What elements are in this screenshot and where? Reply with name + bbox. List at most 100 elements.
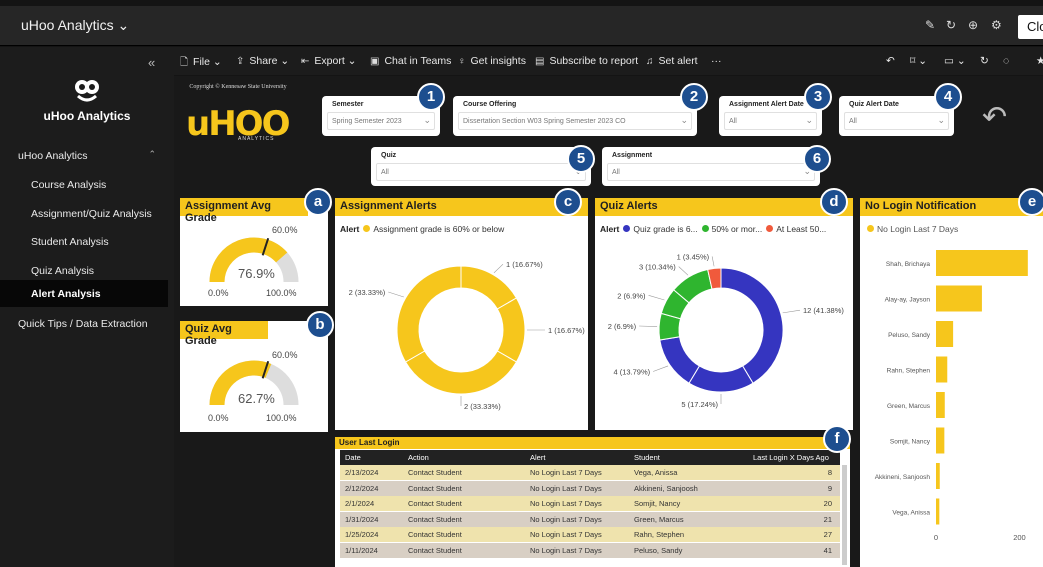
callout-badge: a <box>304 188 332 216</box>
gauge-value-label: 62.7% <box>238 391 275 406</box>
course-offering-slicer[interactable]: Course Offering Dissertation Section W03… <box>453 96 697 136</box>
col-action[interactable]: Action <box>408 453 429 462</box>
file-menu[interactable]: 🗋 File ⌄ <box>180 55 222 72</box>
bar-category-label: Green, Marcus <box>887 403 931 410</box>
get-insights-button[interactable]: ♀ Get insights <box>458 55 526 67</box>
chart-legend: Alert Quiz grade is 6... 50% or mor... At L… <box>600 224 827 234</box>
chat-in-teams-button[interactable]: ▣ Chat in Teams <box>370 55 451 67</box>
reset-undo-icon[interactable]: ↶ <box>982 100 1007 135</box>
table-cell: Rahn, Stephen <box>634 530 685 539</box>
table-cell: 9 <box>827 483 832 493</box>
no-login-bar-chart: Shah, Brichaya Alay-ay, Jayson Peluso, San… <box>875 250 1028 542</box>
chevron-down-icon[interactable]: ⌄ <box>937 115 945 126</box>
chevron-down-icon[interactable]: ⌄ <box>805 115 813 126</box>
col-last-login[interactable]: Last Login X Days Ago <box>753 453 829 462</box>
sidebar-item-course-analysis[interactable]: Course Analysis <box>0 171 168 198</box>
table-row[interactable]: 2/13/2024 Contact Student No Login Last 7 … <box>340 465 840 480</box>
slicer-label: Semester <box>332 101 364 108</box>
slicer-dropdown[interactable] <box>724 112 817 130</box>
close-button[interactable]: Clo <box>1018 15 1043 39</box>
table-cell: 21 <box>823 514 832 524</box>
table-cell: Contact Student <box>408 499 462 508</box>
slice-label: 4 (13.79%) <box>613 368 650 377</box>
quiz-slicer[interactable]: Quiz All ⌄ <box>371 147 591 186</box>
slice-label: 2 (33.33%) <box>349 288 386 297</box>
copyright-text: Copyright © Kennesaw State University <box>189 84 287 90</box>
table-cell: Vega, Anissa <box>634 468 678 477</box>
slicer-value: Spring Semester 2023 <box>332 118 402 125</box>
sidebar-item-student-analysis[interactable]: Student Analysis <box>0 228 168 255</box>
user-last-login-card: User Last Login Date Action Alert Studen… <box>335 437 850 567</box>
bar <box>936 321 954 347</box>
table-row[interactable]: 2/1/2024 Contact Student No Login Last 7 D… <box>340 496 840 511</box>
table-row[interactable]: 2/12/2024 Contact Student No Login Last 7 … <box>340 480 840 496</box>
table-row[interactable]: 1/11/2024 Contact Student No Login Last 7 … <box>340 542 840 558</box>
table-cell: 2/13/2024 <box>345 468 379 477</box>
more-options-button[interactable]: ··· <box>711 55 722 67</box>
slicer-label: Quiz <box>381 152 397 159</box>
sidebar-item-alert-analysis[interactable]: Alert Analysis <box>0 280 168 307</box>
globe-icon[interactable]: ⊕ <box>968 18 978 32</box>
star-icon[interactable]: ★ <box>1036 55 1043 67</box>
callout-badge: e <box>1018 188 1043 216</box>
refresh-icon[interactable]: ↻ <box>946 18 956 32</box>
table-cell: Contact Student <box>408 530 462 539</box>
slice-leader-line <box>388 291 404 298</box>
chevron-down-icon[interactable]: ⌄ <box>680 115 688 126</box>
table-row[interactable]: 1/31/2024 Contact Student No Login Last 7 … <box>340 511 840 527</box>
undo-icon[interactable]: ↶ <box>886 55 895 67</box>
slice-leader-line <box>678 266 689 276</box>
assignment-slicer[interactable]: Assignment All ⌄ <box>602 147 820 186</box>
pin-icon[interactable]: ✎ <box>925 18 935 32</box>
col-student[interactable]: Student <box>634 453 660 462</box>
share-menu[interactable]: ⇪ Share ⌄ <box>236 55 289 67</box>
callout-badge: 2 <box>680 83 708 111</box>
slice-leader-line <box>653 365 669 372</box>
donut-slice <box>720 267 784 384</box>
quiz-gauge <box>209 360 299 406</box>
bar <box>936 392 945 418</box>
view-icon[interactable]: ▭ ⌄ <box>944 55 966 67</box>
table-cell: Contact Student <box>408 545 462 555</box>
table-cell: Somjit, Nancy <box>634 499 681 508</box>
sidebar-item-uhoo-analytics[interactable]: uHoo Analytics ⌃ <box>0 142 168 169</box>
gear-icon[interactable]: ⚙ <box>991 18 1002 32</box>
sidebar-item-assignment-quiz-analysis[interactable]: Assignment/Quiz Analysis <box>0 200 168 227</box>
table-cell: No Login Last 7 Days <box>530 468 602 477</box>
assignment-avg-grade-card: Assignment Avg Grade 60.0% 76.9% 0.0% 10… <box>180 198 328 306</box>
chevron-down-icon[interactable]: ⌄ <box>423 115 431 126</box>
col-alert[interactable]: Alert <box>530 453 545 462</box>
slicer-dropdown[interactable] <box>376 163 586 181</box>
slice-leader-line <box>493 263 504 274</box>
table-cell: 27 <box>823 530 832 539</box>
table-cell: 1/11/2024 <box>345 545 378 555</box>
subscribe-button[interactable]: ▤ Subscribe to report <box>535 55 638 67</box>
callout-badge: 6 <box>803 145 831 173</box>
export-menu[interactable]: ⇤ Export ⌄ <box>301 55 356 67</box>
share-icon: ⇪ <box>236 56 245 67</box>
slicer-label: Course Offering <box>463 101 517 108</box>
app-title[interactable]: uHoo Analytics ⌄ <box>21 17 129 34</box>
slicer-dropdown[interactable] <box>607 163 815 181</box>
slice-label: 1 (16.67%) <box>506 260 543 269</box>
slicer-dropdown[interactable] <box>844 112 949 130</box>
gauge-max-label: 100.0% <box>266 413 297 423</box>
collapse-icon[interactable]: « <box>148 55 155 70</box>
table-cell: Green, Marcus <box>634 514 684 524</box>
table-scrollbar[interactable] <box>842 465 847 565</box>
axis-tick-label: 200 <box>1013 533 1026 542</box>
comment-icon[interactable]: ◌ <box>1003 55 1009 67</box>
sidebar-item-quick-tips[interactable]: Quick Tips / Data Extraction <box>0 310 168 337</box>
gauge-max-label: 100.0% <box>266 288 297 298</box>
set-alert-button[interactable]: ♫ Set alert <box>646 55 698 67</box>
donut-slice <box>496 297 526 363</box>
bookmark-icon[interactable]: ⌑ ⌄ <box>910 55 927 67</box>
col-date[interactable]: Date <box>345 453 361 462</box>
sidebar: « uHoo Analytics uHoo Analytics ⌃ Course … <box>0 47 174 567</box>
table-row[interactable]: 1/25/2024 Contact Student No Login Last 7 … <box>340 527 840 542</box>
legend-dot <box>623 225 631 232</box>
reload-icon[interactable]: ↻ <box>980 55 989 67</box>
slicer-value: All <box>849 118 857 125</box>
card-title: Assignment Avg Grade <box>180 198 308 224</box>
table-cell: 20 <box>823 499 832 508</box>
